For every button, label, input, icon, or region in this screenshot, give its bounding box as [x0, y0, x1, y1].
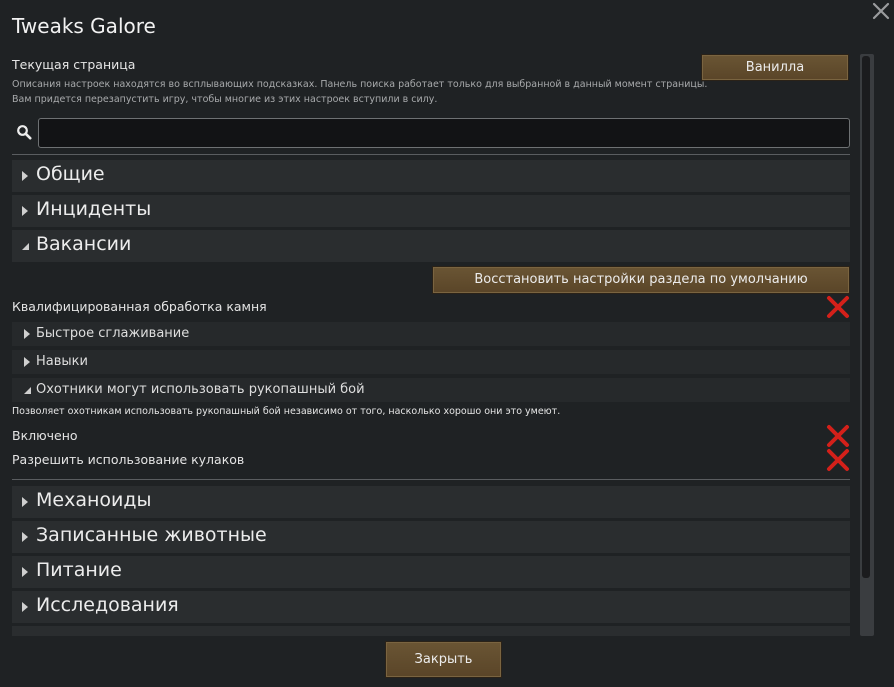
triangle-down-icon — [22, 243, 29, 250]
section-label: Общие — [36, 163, 105, 185]
settings-description-line-1: Описания настроек находятся во всплывающ… — [12, 79, 708, 90]
allow-fists-label: Разрешить использование кулаков — [12, 452, 245, 467]
section-research[interactable]: Исследования — [12, 591, 850, 623]
search-input[interactable] — [38, 118, 850, 148]
triangle-right-icon — [24, 357, 30, 367]
subsection-skills[interactable]: Навыки — [12, 350, 850, 374]
section-jobs[interactable]: Вакансии — [12, 230, 850, 262]
triangle-right-icon — [24, 329, 30, 339]
section-label: Механоиды — [36, 489, 152, 511]
red-x-icon[interactable] — [826, 295, 850, 319]
section-label: Записанные животные — [36, 524, 267, 546]
section-label: Вакансии — [36, 233, 132, 255]
current-page-label: Текущая страница — [12, 57, 136, 72]
skilled-stonecutting-label: Квалифицированная обработка камня — [12, 299, 267, 314]
scrollbar-thumb[interactable] — [862, 56, 870, 578]
section-nutrition[interactable]: Питание — [12, 556, 850, 588]
vanilla-button[interactable]: Ванилла — [701, 54, 849, 81]
divider — [12, 154, 850, 155]
section-mechanoids[interactable]: Механоиды — [12, 486, 850, 518]
close-icon[interactable] — [868, 0, 894, 24]
section-label: Исследования — [36, 594, 179, 616]
section-label: Питание — [36, 559, 122, 581]
close-button[interactable]: Закрыть — [385, 641, 502, 678]
subsection-label: Охотники могут использовать рукопашный б… — [36, 382, 365, 397]
subsection-hunters-melee[interactable]: Охотники могут использовать рукопашный б… — [12, 378, 850, 402]
divider — [12, 479, 850, 480]
enabled-label: Включено — [12, 428, 78, 443]
section-incidents[interactable]: Инциденты — [12, 195, 850, 227]
triangle-right-icon — [22, 532, 28, 542]
window-title: Tweaks Galore — [12, 14, 156, 38]
reset-section-defaults-button[interactable]: Восстановить настройки раздела по умолча… — [432, 266, 850, 294]
settings-description-line-2: Вам придется перезапустить игру, чтобы м… — [12, 94, 438, 105]
section-next-partial[interactable] — [12, 626, 850, 636]
section-recorded-animals[interactable]: Записанные животные — [12, 521, 850, 553]
triangle-right-icon — [22, 567, 28, 577]
subsection-fast-smoothing[interactable]: Быстрое сглаживание — [12, 322, 850, 346]
triangle-right-icon — [22, 497, 28, 507]
triangle-right-icon — [22, 602, 28, 612]
section-general[interactable]: Общие — [12, 160, 850, 192]
triangle-right-icon — [22, 206, 28, 216]
section-label: Инциденты — [36, 198, 152, 220]
triangle-right-icon — [22, 171, 28, 181]
settings-list[interactable]: Общие Инциденты Вакансии Восстановить на… — [12, 160, 850, 636]
subsection-label: Быстрое сглаживание — [36, 326, 190, 341]
search-icon — [16, 124, 32, 140]
triangle-down-icon — [24, 387, 31, 394]
red-x-icon[interactable] — [826, 448, 850, 472]
tweaks-window: Tweaks Galore Текущая страница Описания … — [0, 0, 894, 687]
red-x-icon[interactable] — [826, 424, 850, 448]
subsection-label: Навыки — [36, 354, 88, 369]
hunters-melee-description: Позволяет охотникам использовать рукопаш… — [12, 406, 561, 417]
